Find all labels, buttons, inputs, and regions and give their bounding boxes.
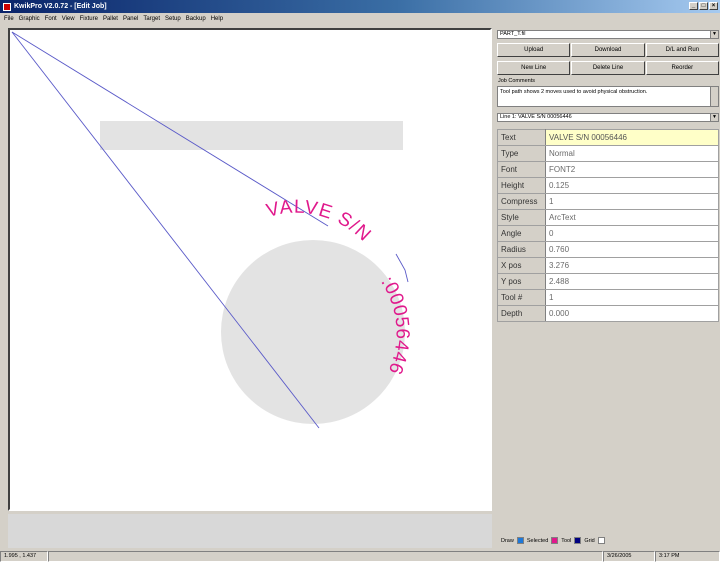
property-label: Compress bbox=[497, 193, 546, 210]
draw-color-swatch[interactable] bbox=[516, 537, 524, 544]
window-controls: _ □ × bbox=[689, 2, 718, 10]
property-label: Style bbox=[497, 209, 546, 226]
property-label: Font bbox=[497, 161, 546, 178]
property-row-text: Text VALVE S/N 00056446 bbox=[497, 129, 719, 146]
property-value[interactable]: 2.488 bbox=[545, 273, 719, 290]
property-row-x-pos: X pos 3.276 bbox=[497, 257, 719, 274]
download-and-run-button[interactable]: D/L and Run bbox=[645, 43, 719, 57]
property-label: Y pos bbox=[497, 273, 546, 290]
property-value[interactable]: 1 bbox=[545, 193, 719, 210]
menu-graphic[interactable]: Graphic bbox=[19, 16, 40, 22]
menu-bar: File Graphic Font View Fixture Pallet Pa… bbox=[0, 13, 720, 24]
line-select-value: Line 1: VALVE S/N 00056446 bbox=[500, 114, 572, 120]
canvas-footer-area bbox=[8, 514, 492, 548]
property-value[interactable]: VALVE S/N 00056446 bbox=[545, 129, 719, 146]
upload-button[interactable]: Upload bbox=[497, 43, 571, 57]
selected-color-swatch[interactable] bbox=[551, 537, 559, 544]
property-value[interactable]: ArcText bbox=[545, 209, 719, 226]
legend-tool-label: Tool bbox=[561, 537, 572, 544]
dropdown-arrow-icon[interactable]: ▼ bbox=[710, 31, 718, 38]
menu-backup[interactable]: Backup bbox=[186, 16, 206, 22]
button-row-1: Upload Download D/L and Run bbox=[497, 43, 719, 57]
job-comments-field[interactable]: Tool path shows 2 moves used to avoid ph… bbox=[497, 86, 719, 107]
part-select[interactable]: PART_T.fil ▼ bbox=[497, 30, 719, 39]
minimize-button[interactable]: _ bbox=[689, 2, 698, 10]
legend-grid-label: Grid bbox=[584, 537, 595, 544]
properties-grid: Text VALVE S/N 00056446 Type Normal Font FO… bbox=[497, 129, 719, 322]
property-row-y-pos: Y pos 2.488 bbox=[497, 273, 719, 290]
button-row-2: New Line Delete Line Reorder bbox=[497, 61, 719, 75]
menu-pallet[interactable]: Pallet bbox=[103, 16, 118, 22]
property-row-depth: Depth 0.000 bbox=[497, 305, 719, 322]
properties-panel: PART_T.fil ▼ Upload Download D/L and Run… bbox=[497, 28, 719, 548]
property-row-radius: Radius 0.760 bbox=[497, 241, 719, 258]
delete-line-button[interactable]: Delete Line bbox=[571, 61, 645, 75]
window-title: KwikPro V2.0.72 - [Edit Job] bbox=[14, 3, 107, 10]
app-icon bbox=[3, 2, 11, 11]
obstruction-circle bbox=[221, 240, 405, 424]
property-label: Text bbox=[497, 129, 546, 146]
menu-file[interactable]: File bbox=[4, 16, 14, 22]
property-row-style: Style ArcText bbox=[497, 209, 719, 226]
menu-panel[interactable]: Panel bbox=[123, 16, 138, 22]
status-message bbox=[48, 551, 603, 562]
property-label: Depth bbox=[497, 305, 546, 322]
property-value[interactable]: 0 bbox=[545, 225, 719, 242]
obstruction-bar bbox=[100, 121, 403, 150]
panel-empty-area bbox=[497, 324, 719, 536]
property-row-tool: Tool #1 bbox=[497, 289, 719, 306]
comments-scrollbar[interactable] bbox=[710, 87, 718, 106]
property-label: X pos bbox=[497, 257, 546, 274]
new-line-button[interactable]: New Line bbox=[497, 61, 571, 75]
maximize-button[interactable]: □ bbox=[699, 2, 708, 10]
property-value[interactable]: 3.276 bbox=[545, 257, 719, 274]
reorder-button[interactable]: Reorder bbox=[645, 61, 719, 75]
drawing-canvas[interactable]: VALVE S/N :00056446 bbox=[8, 28, 492, 511]
property-label: Type bbox=[497, 145, 546, 162]
menu-setup[interactable]: Setup bbox=[165, 16, 181, 22]
property-label: Angle bbox=[497, 225, 546, 242]
tool-path-move-2 bbox=[11, 31, 320, 429]
legend-selected-label: Selected bbox=[526, 537, 549, 544]
canvas-drawing: VALVE S/N :00056446 bbox=[11, 31, 412, 429]
download-button[interactable]: Download bbox=[571, 43, 645, 57]
menu-help[interactable]: Help bbox=[211, 16, 223, 22]
property-row-angle: Angle 0 bbox=[497, 225, 719, 242]
tool-color-swatch[interactable] bbox=[574, 537, 582, 544]
property-value[interactable]: Normal bbox=[545, 145, 719, 162]
property-value[interactable]: FONT2 bbox=[545, 161, 719, 178]
job-comments-label: Job Comments bbox=[498, 78, 535, 84]
part-select-value: PART_T.fil bbox=[500, 31, 526, 37]
menu-view[interactable]: View bbox=[62, 16, 75, 22]
property-row-font: Font FONT2 bbox=[497, 161, 719, 178]
dropdown-arrow-icon[interactable]: ▼ bbox=[710, 114, 718, 121]
property-value[interactable]: 0.000 bbox=[545, 305, 719, 322]
job-comments-text: Tool path shows 2 moves used to avoid ph… bbox=[500, 89, 648, 95]
tool-path-arc-link bbox=[395, 253, 409, 283]
color-legend: Draw Selected Tool Grid bbox=[501, 537, 605, 544]
menu-fixture[interactable]: Fixture bbox=[80, 16, 98, 22]
status-time: 3:17 PM bbox=[655, 551, 720, 562]
status-date: 3/26/2005 bbox=[603, 551, 655, 562]
status-bar: 1.995 , 1.437 3/26/2005 3:17 PM bbox=[0, 551, 720, 562]
property-label: Height bbox=[497, 177, 546, 194]
property-value[interactable]: 0.125 bbox=[545, 177, 719, 194]
grid-color-swatch[interactable] bbox=[597, 537, 605, 544]
property-label: Tool # bbox=[497, 289, 546, 306]
menu-target[interactable]: Target bbox=[143, 16, 160, 22]
property-row-height: Height 0.125 bbox=[497, 177, 719, 194]
property-value[interactable]: 0.760 bbox=[545, 241, 719, 258]
property-row-compress: Compress 1 bbox=[497, 193, 719, 210]
line-select[interactable]: Line 1: VALVE S/N 00056446 ▼ bbox=[497, 113, 719, 122]
property-value[interactable]: 1 bbox=[545, 289, 719, 306]
menu-font[interactable]: Font bbox=[45, 16, 57, 22]
property-label: Radius bbox=[497, 241, 546, 258]
property-row-type: Type Normal bbox=[497, 145, 719, 162]
legend-draw-label: Draw bbox=[501, 537, 514, 544]
close-button[interactable]: × bbox=[709, 2, 718, 10]
title-bar: KwikPro V2.0.72 - [Edit Job] _ □ × bbox=[0, 0, 720, 13]
status-coordinates: 1.995 , 1.437 bbox=[0, 551, 48, 562]
